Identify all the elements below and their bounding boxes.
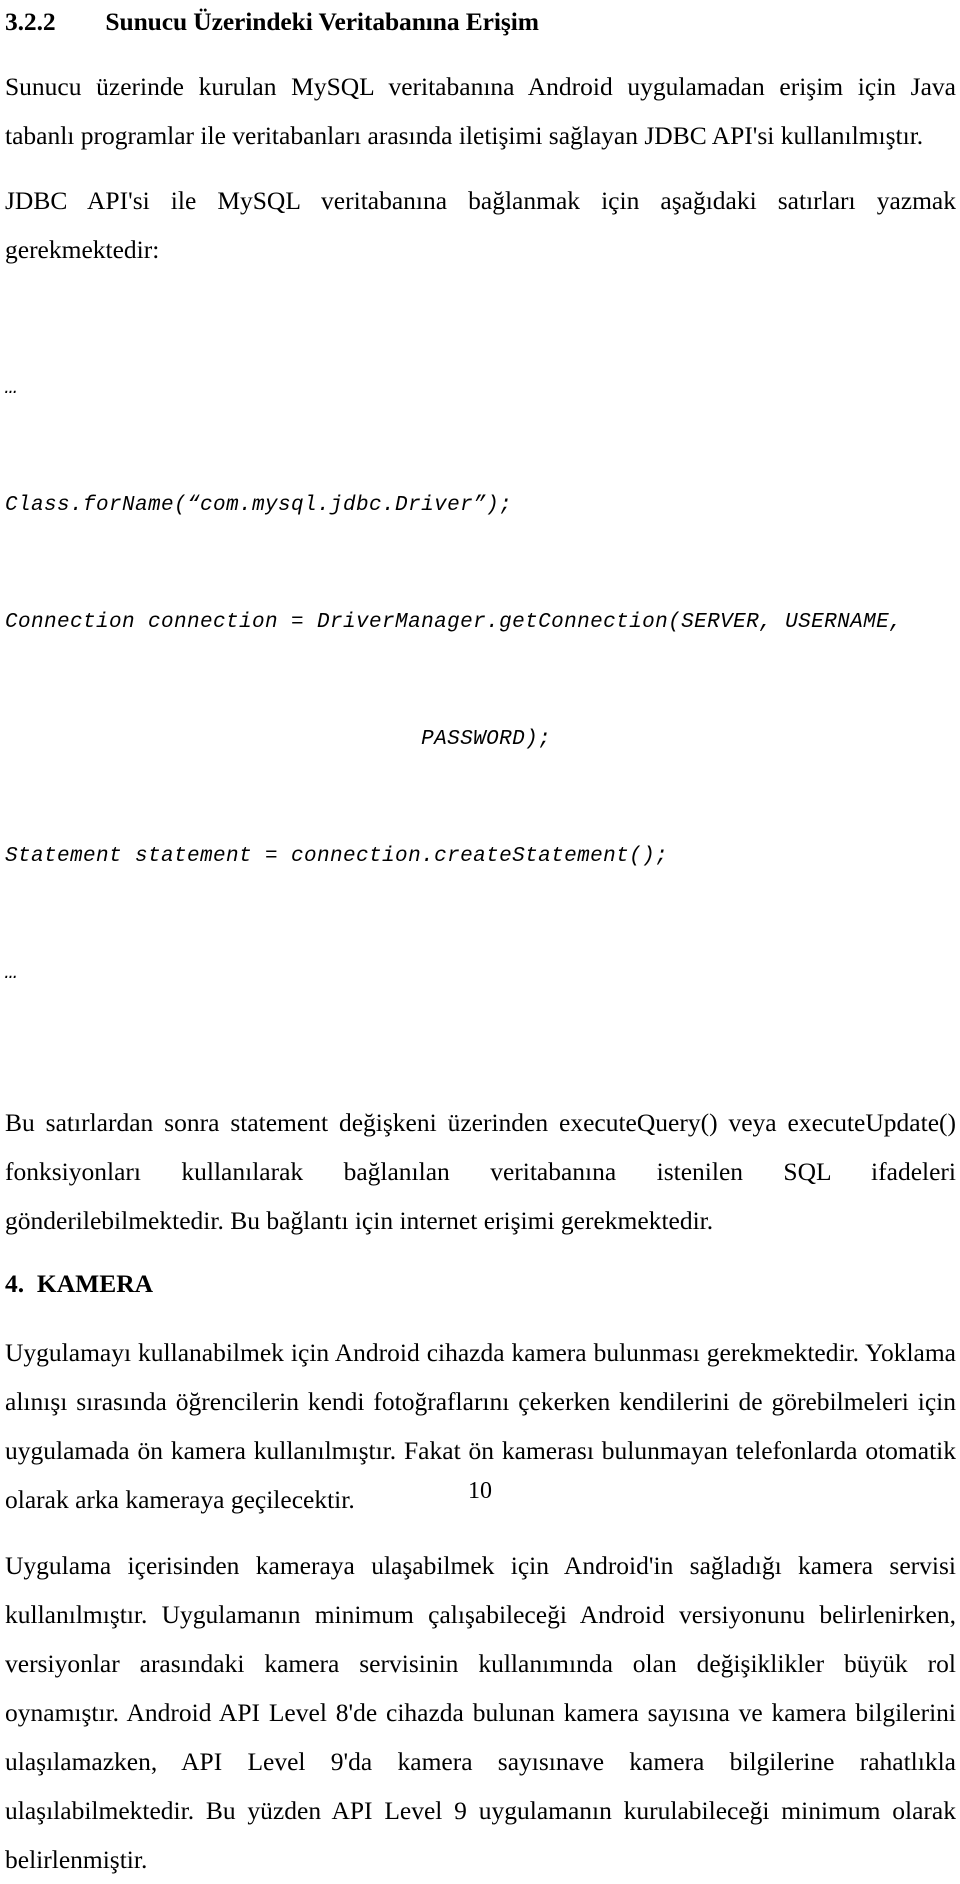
paragraph-camera-service-api: Uygulama içerisinden kameraya ulaşabilme… <box>5 1551 956 1874</box>
code-line-forname: Class.forName(“com.mysql.jdbc.Driver”); <box>5 494 513 517</box>
code-line-createstatement: Statement statement = connection.createS… <box>5 845 669 868</box>
code-ellipsis-top: … <box>5 377 19 400</box>
page-content: 3.2.2 Sunucu Üzerindeki Veritabanına Eri… <box>5 0 956 1884</box>
code-line-getconnection: Connection connection = DriverManager.ge… <box>5 611 903 634</box>
paragraph-server-db-access: Sunucu üzerinde kurulan MySQL veritabanı… <box>5 72 956 150</box>
document-page: 3.2.2 Sunucu Üzerindeki Veritabanına Eri… <box>0 0 960 1874</box>
page-number: 10 <box>468 1478 492 1504</box>
code-ellipsis-bottom: … <box>5 962 19 985</box>
chapter-heading-kamera: 4. KAMERA <box>5 1269 154 1298</box>
code-line-password: PASSWORD); <box>5 728 552 751</box>
paragraph-jdbc-intro: JDBC API'si ile MySQL veritabanına bağla… <box>5 186 956 264</box>
section-heading: 3.2.2 Sunucu Üzerindeki Veritabanına Eri… <box>5 7 539 36</box>
paragraph-statement-usage: Bu satırlardan sonra statement değişkeni… <box>5 1108 956 1235</box>
code-block: … Class.forName(“com.mysql.jdbc.Driver”)… <box>5 291 956 1071</box>
